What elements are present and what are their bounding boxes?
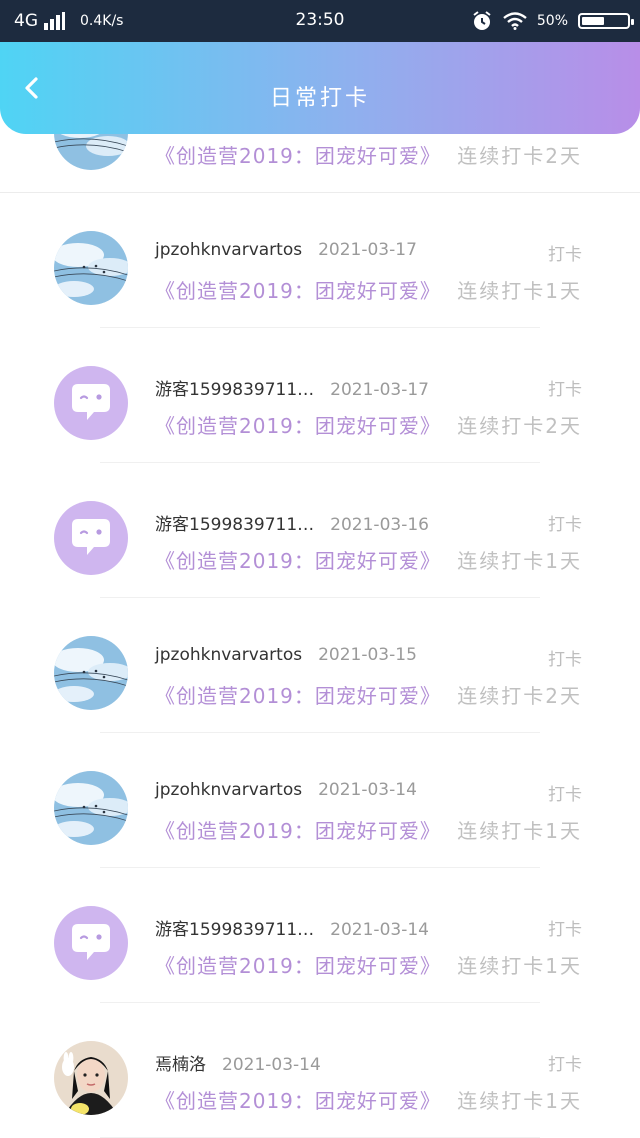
name-line: jpzohknvarvartos 2021-03-14 xyxy=(155,780,417,800)
list-item[interactable]: 游客1599839711… 2021-03-14 打卡《创造营2019：团宠好可爱》… xyxy=(0,868,640,1003)
topic-text: 《创造营2019：团宠好可爱》 xyxy=(155,819,441,843)
checkin-date: 2021-03-14 xyxy=(318,780,417,800)
sky-photo-icon xyxy=(54,636,128,710)
topic-text: 《创造营2019：团宠好可爱》 xyxy=(155,1089,441,1113)
list-item[interactable]: 游客1599839711… 2021-03-17 打卡《创造营2019：团宠好可爱》… xyxy=(0,328,640,463)
checkin-action[interactable]: 打卡 xyxy=(548,915,582,940)
chat-bubble-icon xyxy=(54,501,128,575)
streak-text: 连续打卡1天 xyxy=(457,279,582,303)
checkin-date: 2021-03-17 xyxy=(330,380,429,400)
list-item[interactable]: 游客1599839711… 2021-03-16 打卡《创造营2019：团宠好可爱》… xyxy=(0,463,640,598)
alarm-icon xyxy=(473,11,491,30)
topic-text: 《创造营2019：团宠好可爱》 xyxy=(155,144,441,168)
avatar[interactable] xyxy=(54,231,128,305)
name-line: 游客1599839711… 2021-03-14 xyxy=(155,915,429,940)
user-name: 游客1599839711… xyxy=(155,920,315,940)
checkin-action[interactable]: 打卡 xyxy=(548,510,582,535)
sky-photo-icon xyxy=(54,771,128,845)
checkin-date: 2021-03-16 xyxy=(330,515,429,535)
user-name: 游客1599839711… xyxy=(155,515,315,535)
name-line: 游客1599839711… 2021-03-17 xyxy=(155,375,429,400)
chat-bubble-icon xyxy=(54,906,128,980)
battery-tip xyxy=(631,19,634,25)
header-bar: 日常打卡 xyxy=(0,42,640,134)
topic-text: 《创造营2019：团宠好可爱》 xyxy=(155,414,441,438)
checkin-action[interactable]: 打卡 xyxy=(548,645,582,670)
checkin-date: 2021-03-14 xyxy=(222,1055,321,1075)
checkin-action[interactable]: 打卡 xyxy=(548,240,582,265)
streak-text: 连续打卡2天 xyxy=(457,144,582,168)
streak-text: 连续打卡1天 xyxy=(457,954,582,978)
name-line: jpzohknvarvartos 2021-03-17 xyxy=(155,240,417,260)
checkin-action[interactable]: 打卡 xyxy=(548,1050,582,1075)
topic-text: 《创造营2019：团宠好可爱》 xyxy=(155,549,441,573)
list-item[interactable]: jpzohknvarvartos 2021-03-14 打卡《创造营2019：团宠好… xyxy=(0,733,640,868)
user-name: jpzohknvarvartos xyxy=(155,645,303,665)
status-bar: 4G 0.4K/s 23:50 50% xyxy=(0,0,640,42)
wifi-icon xyxy=(503,12,527,30)
streak-text: 连续打卡1天 xyxy=(457,819,582,843)
avatar[interactable] xyxy=(54,501,128,575)
avatar[interactable] xyxy=(54,366,128,440)
list-item[interactable]: 焉楠洛 2021-03-14 打卡《创造营2019：团宠好可爱》 连续打卡1天 xyxy=(0,1003,640,1138)
checkin-date: 2021-03-17 xyxy=(318,240,417,260)
battery-percent: 50% xyxy=(536,13,568,29)
avatar[interactable] xyxy=(54,906,128,980)
name-line: 焉楠洛 2021-03-14 xyxy=(155,1050,321,1075)
sky-photo-icon xyxy=(54,231,128,305)
user-name: 游客1599839711… xyxy=(155,380,315,400)
avatar[interactable] xyxy=(54,771,128,845)
status-right: 50% xyxy=(471,10,634,32)
avatar[interactable] xyxy=(54,1041,128,1115)
checkin-date: 2021-03-15 xyxy=(318,645,417,665)
list-item[interactable]: jpzohknvarvartos 2021-03-17 打卡《创造营2019：团宠好… xyxy=(0,193,640,328)
streak-text: 连续打卡2天 xyxy=(457,684,582,708)
list-item[interactable]: jpzohknvarvartos 2021-03-15 打卡《创造营2019：团宠好… xyxy=(0,598,640,733)
topic-text: 《创造营2019：团宠好可爱》 xyxy=(155,954,441,978)
streak-text: 连续打卡1天 xyxy=(457,1089,582,1113)
streak-text: 连续打卡2天 xyxy=(457,414,582,438)
checkin-date: 2021-03-14 xyxy=(330,920,429,940)
streak-text: 连续打卡1天 xyxy=(457,549,582,573)
checkin-action[interactable]: 打卡 xyxy=(548,780,582,805)
user-name: jpzohknvarvartos xyxy=(155,780,303,800)
name-line: jpzohknvarvartos 2021-03-15 xyxy=(155,645,417,665)
user-name: 焉楠洛 xyxy=(155,1055,206,1075)
chat-bubble-icon xyxy=(54,366,128,440)
topic-text: 《创造营2019：团宠好可爱》 xyxy=(155,684,441,708)
topic-text: 《创造营2019：团宠好可爱》 xyxy=(155,279,441,303)
person-photo-icon xyxy=(54,1041,128,1115)
checkin-action[interactable]: 打卡 xyxy=(548,375,582,400)
user-name: jpzohknvarvartos xyxy=(155,240,303,260)
avatar[interactable] xyxy=(54,636,128,710)
battery-fill xyxy=(582,17,604,25)
name-line: 游客1599839711… 2021-03-16 xyxy=(155,510,429,535)
page-title: 日常打卡 xyxy=(269,86,370,111)
battery-icon xyxy=(578,13,634,29)
